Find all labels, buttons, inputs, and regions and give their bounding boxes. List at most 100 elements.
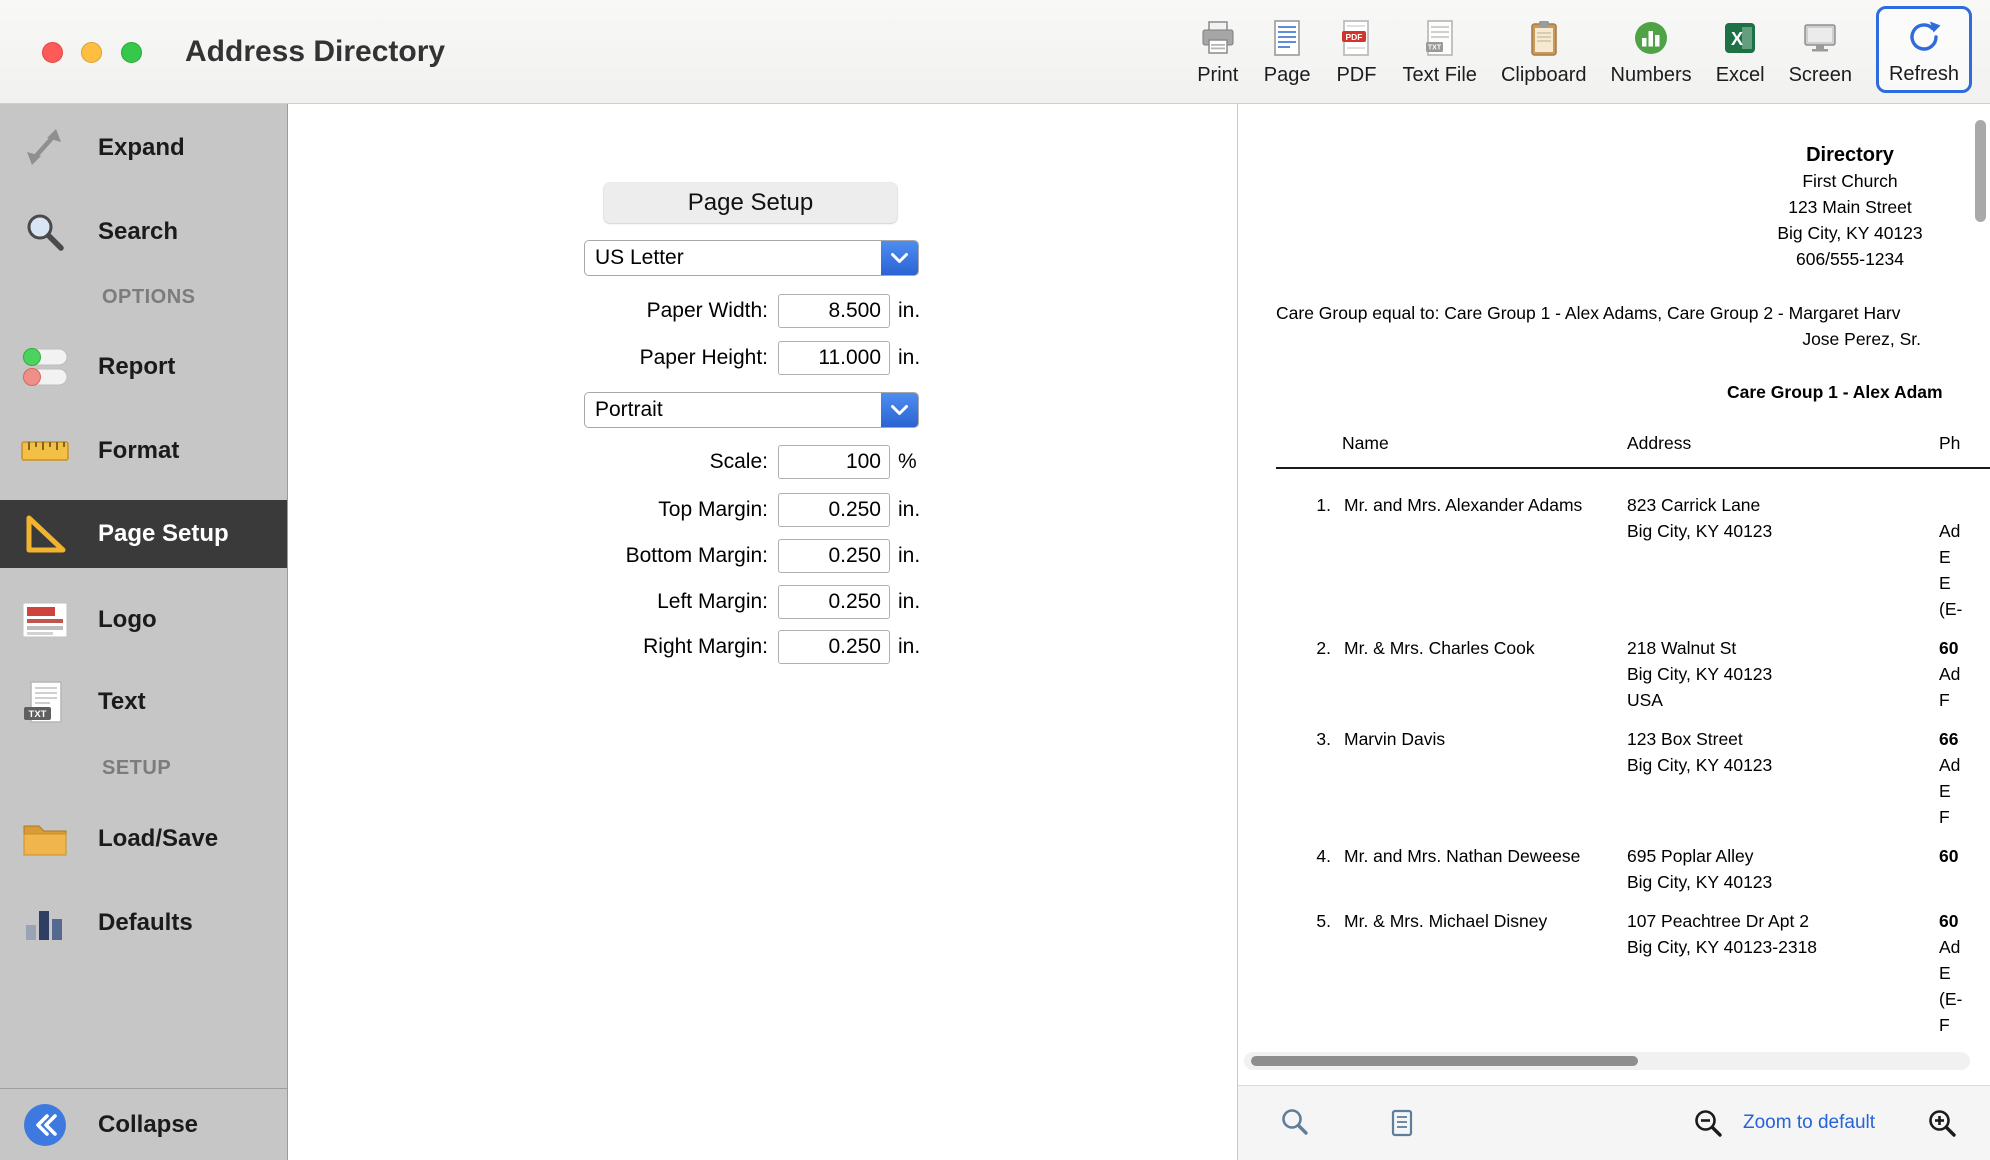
toolbar: Print Page PDF PDF TXT Text File [1196, 6, 1972, 100]
screen-icon [1798, 16, 1842, 60]
row-phone: 60 Ad F [1939, 635, 1990, 713]
clipboard-icon [1522, 16, 1566, 60]
excel-icon: X [1718, 16, 1762, 60]
sidebar-item-logo[interactable]: Logo [0, 590, 287, 650]
paper-width-row: Paper Width: in. [289, 294, 920, 328]
toolbar-item-text-file[interactable]: TXT Text File [1402, 6, 1476, 87]
toolbar-label: Excel [1716, 64, 1765, 87]
unit-label: in. [898, 544, 920, 568]
table-header-rule [1276, 467, 1990, 469]
sidebar-item-label: Expand [98, 134, 185, 162]
page-setup-title: Page Setup [604, 183, 897, 223]
right-margin-label: Right Margin: [289, 635, 778, 659]
sidebar-item-label: Page Setup [98, 520, 229, 548]
sidebar-item-collapse[interactable]: Collapse [0, 1088, 287, 1160]
filter-criteria-line2: Jose Perez, Sr. [1276, 326, 1921, 352]
vertical-scrollbar-thumb[interactable] [1975, 120, 1986, 222]
row-phone: 66 Ad E F [1939, 726, 1990, 830]
unit-label: in. [898, 299, 920, 323]
sidebar-item-defaults[interactable]: Defaults [0, 893, 287, 953]
sidebar-section-options: OPTIONS [102, 286, 196, 309]
text-file-icon: TXT [1418, 16, 1462, 60]
toolbar-item-page[interactable]: Page [1264, 6, 1311, 87]
sidebar-item-text[interactable]: TXT Text [0, 672, 287, 732]
toggles-icon [18, 342, 72, 392]
unit-label: in. [898, 590, 920, 614]
sidebar-item-label: Format [98, 437, 179, 465]
zoom-to-default-link[interactable]: Zoom to default [1743, 1112, 1875, 1134]
top-margin-row: Top Margin: in. [289, 493, 920, 527]
printer-icon [1196, 16, 1240, 60]
row-address: 218 Walnut St Big City, KY 40123 USA [1627, 635, 1926, 713]
search-icon [18, 207, 72, 257]
sidebar-section-setup: SETUP [102, 757, 171, 780]
paper-size-value: US Letter [585, 246, 881, 270]
left-margin-input[interactable] [778, 585, 890, 619]
app-window: Address Directory Print Page PDF PDF [0, 0, 1990, 1160]
row-address: 695 Poplar Alley Big City, KY 40123 [1627, 843, 1926, 895]
table-header: Name Address Ph [1238, 430, 1990, 456]
row-address: 823 Carrick Lane Big City, KY 40123 [1627, 492, 1926, 622]
zoom-in-icon[interactable] [1927, 1108, 1957, 1138]
sidebar-item-page-setup[interactable]: Page Setup [0, 500, 287, 568]
sidebar-item-search[interactable]: Search [0, 202, 287, 262]
page-setup-panel: Page Setup US Letter Paper Width: in. Pa… [289, 104, 1237, 1160]
zoom-out-icon[interactable] [1693, 1108, 1723, 1138]
right-margin-input[interactable] [778, 630, 890, 664]
logo-icon [18, 595, 72, 645]
paper-height-label: Paper Height: [289, 346, 778, 370]
row-phone: 60 [1939, 843, 1990, 895]
paper-height-input[interactable] [778, 341, 890, 375]
toolbar-item-excel[interactable]: X Excel [1716, 6, 1765, 87]
preview-footer: Zoom to default [1238, 1085, 1990, 1160]
report-org: First Church [1650, 168, 1990, 194]
sidebar-item-report[interactable]: Report [0, 337, 287, 397]
right-margin-row: Right Margin: in. [289, 630, 920, 664]
sidebar-item-load-save[interactable]: Load/Save [0, 809, 287, 869]
orientation-select[interactable]: Portrait [584, 392, 919, 428]
refresh-icon [1902, 15, 1946, 59]
svg-text:TXT: TXT [1428, 45, 1442, 52]
close-button[interactable] [42, 42, 63, 63]
table-row: 2. Mr. & Mrs. Charles Cook 218 Walnut St… [1238, 635, 1990, 713]
horizontal-scrollbar-thumb[interactable] [1251, 1056, 1638, 1066]
horizontal-scrollbar[interactable] [1244, 1052, 1970, 1070]
magnifier-icon[interactable] [1280, 1108, 1310, 1138]
fullscreen-button[interactable] [121, 42, 142, 63]
top-margin-input[interactable] [778, 493, 890, 527]
minimize-button[interactable] [81, 42, 102, 63]
report-title: Directory [1650, 142, 1990, 168]
paper-width-input[interactable] [778, 294, 890, 328]
chevron-down-icon [881, 241, 918, 275]
set-square-icon [18, 509, 72, 559]
sidebar-item-format[interactable]: Format [0, 421, 287, 481]
ruler-icon [18, 426, 72, 476]
unit-label: in. [898, 635, 920, 659]
toolbar-item-refresh[interactable]: Refresh [1876, 6, 1972, 93]
bottom-margin-input[interactable] [778, 539, 890, 573]
document-view-icon[interactable] [1387, 1108, 1417, 1138]
scale-row: Scale: % [289, 445, 917, 479]
toolbar-label: Page [1264, 64, 1311, 87]
scale-input[interactable] [778, 445, 890, 479]
sidebar-item-expand[interactable]: Expand [0, 118, 287, 178]
toolbar-label: Clipboard [1501, 64, 1587, 87]
unit-label: % [898, 450, 917, 474]
row-name: Marvin Davis [1344, 726, 1614, 830]
toolbar-item-numbers[interactable]: Numbers [1611, 6, 1692, 87]
row-name: Mr. & Mrs. Charles Cook [1344, 635, 1614, 713]
sidebar-item-label: Text [98, 688, 146, 716]
scale-label: Scale: [289, 450, 778, 474]
sidebar-item-label: Logo [98, 606, 157, 634]
toolbar-item-pdf[interactable]: PDF PDF [1334, 6, 1378, 87]
titlebar: Address Directory Print Page PDF PDF [0, 0, 1990, 104]
report-header: Directory First Church 123 Main Street B… [1650, 142, 1990, 272]
table-row: 5. Mr. & Mrs. Michael Disney 107 Peachtr… [1238, 908, 1990, 1038]
toolbar-item-print[interactable]: Print [1196, 6, 1240, 87]
paper-size-select[interactable]: US Letter [584, 240, 919, 276]
toolbar-label: Text File [1402, 64, 1476, 87]
toolbar-item-screen[interactable]: Screen [1789, 6, 1852, 87]
row-number: 3. [1238, 726, 1331, 752]
unit-label: in. [898, 498, 920, 522]
toolbar-item-clipboard[interactable]: Clipboard [1501, 6, 1587, 87]
